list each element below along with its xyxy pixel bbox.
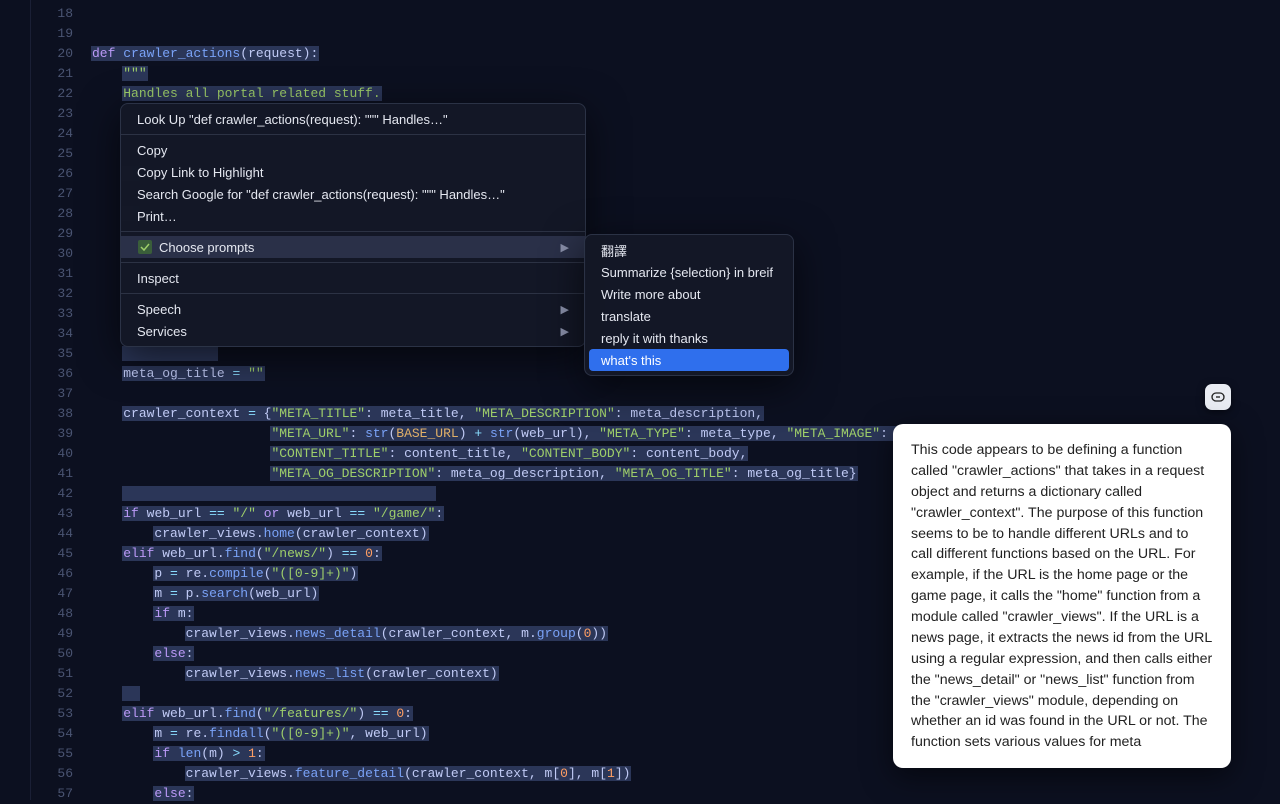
line-number: 57 xyxy=(31,784,73,804)
line-number: 52 xyxy=(31,684,73,704)
menu-lookup[interactable]: Look Up "def crawler_actions(request): "… xyxy=(121,108,585,130)
line-number: 39 xyxy=(31,424,73,444)
menu-speech[interactable]: Speech▶ xyxy=(121,298,585,320)
menu-separator xyxy=(121,231,585,232)
line-number: 50 xyxy=(31,644,73,664)
submenu-item[interactable]: Write more about xyxy=(585,283,793,305)
line-number: 42 xyxy=(31,484,73,504)
prompts-submenu: 翻譯Summarize {selection} in breifWrite mo… xyxy=(584,234,794,376)
line-number: 21 xyxy=(31,64,73,84)
line-number: 36 xyxy=(31,364,73,384)
line-number: 18 xyxy=(31,4,73,24)
assistant-tooltip: This code appears to be defining a funct… xyxy=(893,424,1231,768)
line-number: 54 xyxy=(31,724,73,744)
line-number: 20 xyxy=(31,44,73,64)
code-line[interactable]: else: xyxy=(91,784,1280,804)
line-number: 46 xyxy=(31,564,73,584)
line-number: 43 xyxy=(31,504,73,524)
line-number: 38 xyxy=(31,404,73,424)
line-number: 44 xyxy=(31,524,73,544)
line-number: 41 xyxy=(31,464,73,484)
submenu-item[interactable]: reply it with thanks xyxy=(585,327,793,349)
tooltip-text: This code appears to be defining a funct… xyxy=(911,442,1212,750)
code-line[interactable] xyxy=(91,24,1280,44)
code-line[interactable] xyxy=(91,384,1280,404)
extension-icon xyxy=(137,239,153,255)
code-line[interactable]: crawler_context = {"META_TITLE": meta_ti… xyxy=(91,404,1280,424)
line-number: 34 xyxy=(31,324,73,344)
menu-services[interactable]: Services▶ xyxy=(121,320,585,342)
menu-choose-prompts[interactable]: Choose prompts ▶ xyxy=(121,236,585,258)
code-line[interactable] xyxy=(91,4,1280,24)
menu-print[interactable]: Print… xyxy=(121,205,585,227)
line-number: 33 xyxy=(31,304,73,324)
submenu-item[interactable]: 翻譯 xyxy=(585,239,793,261)
submenu-item[interactable]: what's this xyxy=(589,349,789,371)
line-number: 27 xyxy=(31,184,73,204)
line-number: 28 xyxy=(31,204,73,224)
assistant-badge-icon[interactable] xyxy=(1205,384,1231,410)
line-number: 56 xyxy=(31,764,73,784)
line-number: 23 xyxy=(31,104,73,124)
line-number: 32 xyxy=(31,284,73,304)
line-number: 35 xyxy=(31,344,73,364)
line-number: 29 xyxy=(31,224,73,244)
line-number: 22 xyxy=(31,84,73,104)
menu-search-google[interactable]: Search Google for "def crawler_actions(r… xyxy=(121,183,585,205)
line-gutter: 1819202122232425262728293031323334353637… xyxy=(31,0,91,800)
submenu-item[interactable]: translate xyxy=(585,305,793,327)
context-menu: Look Up "def crawler_actions(request): "… xyxy=(120,103,586,347)
line-number: 49 xyxy=(31,624,73,644)
line-number: 31 xyxy=(31,264,73,284)
menu-separator xyxy=(121,262,585,263)
menu-separator xyxy=(121,293,585,294)
line-number: 40 xyxy=(31,444,73,464)
code-line[interactable]: """ xyxy=(91,64,1280,84)
chevron-right-icon: ▶ xyxy=(561,241,569,254)
menu-inspect[interactable]: Inspect xyxy=(121,267,585,289)
line-number: 53 xyxy=(31,704,73,724)
submenu-item[interactable]: Summarize {selection} in breif xyxy=(585,261,793,283)
line-number: 55 xyxy=(31,744,73,764)
line-number: 25 xyxy=(31,144,73,164)
chevron-right-icon: ▶ xyxy=(561,325,569,338)
line-number: 48 xyxy=(31,604,73,624)
menu-separator xyxy=(121,134,585,135)
menu-copy[interactable]: Copy xyxy=(121,139,585,161)
menu-copy-link[interactable]: Copy Link to Highlight xyxy=(121,161,585,183)
line-number: 51 xyxy=(31,664,73,684)
line-number: 24 xyxy=(31,124,73,144)
line-number: 26 xyxy=(31,164,73,184)
code-line[interactable]: Handles all portal related stuff. xyxy=(91,84,1280,104)
line-number: 37 xyxy=(31,384,73,404)
chevron-right-icon: ▶ xyxy=(561,303,569,316)
line-number: 47 xyxy=(31,584,73,604)
line-number: 19 xyxy=(31,24,73,44)
line-number: 30 xyxy=(31,244,73,264)
code-line[interactable]: def crawler_actions(request): xyxy=(91,44,1280,64)
line-number: 45 xyxy=(31,544,73,564)
